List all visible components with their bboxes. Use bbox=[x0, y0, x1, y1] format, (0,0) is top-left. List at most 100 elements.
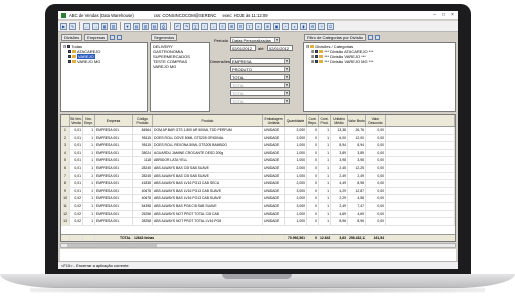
table-row[interactable]: 7 0,01 1 EMPRESA 001 28245 ABS ALWAYS BAS C/8… bbox=[61, 172, 455, 181]
table-cell: 8,98 bbox=[348, 180, 366, 187]
chevron-down-icon[interactable]: ▼ bbox=[284, 91, 289, 95]
column-header[interactable]: Valor Desconto bbox=[366, 115, 386, 126]
column-header[interactable]: Nro. Empr. bbox=[83, 115, 95, 126]
exit-icon[interactable]: ⏻ bbox=[327, 22, 334, 30]
sort-desc-icon[interactable]: ↓ bbox=[210, 22, 217, 30]
table-row[interactable]: 12 0,02 1 EMPRESA 001 25258 ABS ALWAYS NOT PR… bbox=[61, 210, 455, 219]
chevron-down-icon[interactable]: ▼ bbox=[284, 83, 289, 87]
grid-icon[interactable]: ▦ bbox=[101, 22, 108, 30]
dimension-select[interactable]: TOTAL ▼ bbox=[230, 74, 290, 80]
expand-icon[interactable]: ⊟ bbox=[63, 44, 66, 49]
tree-checkbox[interactable] bbox=[315, 55, 319, 58]
calc-icon[interactable]: ∑ bbox=[192, 22, 199, 30]
column-header[interactable]: Produto bbox=[153, 115, 263, 126]
chart-icon[interactable]: ▥ bbox=[110, 22, 117, 30]
pie-chart-icon[interactable]: ◑ bbox=[291, 22, 298, 30]
dimension-select[interactable]: TOTAL ▼ bbox=[230, 98, 290, 104]
tree-checkbox[interactable] bbox=[68, 50, 71, 53]
dimension-select[interactable]: EMPRESA ▼ bbox=[230, 58, 290, 64]
tab-divisoes[interactable]: Divisões bbox=[61, 34, 83, 41]
close-button[interactable]: × bbox=[449, 12, 456, 18]
tree-item-varejo-mg[interactable]: VAREJO MG bbox=[63, 59, 145, 64]
level-icon[interactable]: ≡ bbox=[219, 22, 226, 30]
maximize-button[interactable]: □ bbox=[440, 12, 447, 18]
segment-item[interactable]: VAREJO MG bbox=[153, 64, 207, 69]
scrollbar-thumb[interactable] bbox=[67, 244, 157, 247]
column-header[interactable] bbox=[61, 115, 70, 126]
save-icon[interactable]: ▣ bbox=[273, 22, 280, 30]
column-header[interactable]: Sit.Ven. Venda bbox=[70, 115, 83, 126]
rows-icon[interactable]: ▤ bbox=[151, 22, 158, 30]
table-row[interactable]: 8 0,01 1 EMPRESA 001 41838 ABS ALWAYS BAS LV1… bbox=[61, 180, 455, 188]
category-item[interactable]: ⊞ *** Divisão VAREJO MG *** bbox=[306, 59, 453, 64]
tree-checkbox[interactable] bbox=[67, 45, 71, 48]
column-header[interactable]: Embalagem Unitária bbox=[263, 115, 285, 126]
column-header[interactable]: Código Produto bbox=[133, 115, 153, 126]
undo-icon[interactable]: ↶ bbox=[174, 22, 181, 30]
run-icon[interactable]: ▶ bbox=[60, 22, 67, 30]
dimension-select[interactable]: TOTAL ▼ bbox=[230, 82, 290, 88]
expand-icon[interactable]: ⊞ bbox=[311, 59, 314, 64]
redo-icon[interactable]: ↷ bbox=[183, 22, 190, 30]
tree-checkbox[interactable] bbox=[68, 60, 71, 63]
tab-empresas[interactable]: Empresas bbox=[84, 34, 109, 41]
print-icon[interactable]: ⎙ bbox=[160, 22, 167, 30]
table-cell bbox=[386, 142, 455, 149]
select-all-icon[interactable] bbox=[368, 35, 374, 40]
tree-checkbox[interactable] bbox=[68, 55, 71, 58]
chevron-down-icon[interactable]: ▼ bbox=[284, 67, 289, 71]
column-header[interactable]: Quantidade bbox=[285, 115, 307, 126]
expand-icon[interactable]: ⊞ bbox=[228, 22, 235, 30]
table-icon[interactable]: ▤ bbox=[133, 22, 140, 30]
refresh-icon[interactable] bbox=[117, 35, 123, 40]
back-icon[interactable]: ← bbox=[83, 22, 90, 30]
table-row[interactable]: 1 0,01 1 EMPRESA 001 84564 DOM AP.BAR GTS 1.8… bbox=[61, 127, 455, 135]
chevron-down-icon[interactable]: ▼ bbox=[284, 59, 289, 63]
date-from-field[interactable]: 02/01/2012 bbox=[230, 45, 256, 51]
minimize-button[interactable]: – bbox=[431, 12, 438, 18]
table-cell: 7,47 bbox=[348, 202, 366, 210]
tree-checkbox[interactable] bbox=[315, 60, 319, 63]
dimensions-label: Dimensões bbox=[210, 59, 231, 64]
refresh-icon[interactable] bbox=[375, 35, 381, 40]
select-all-icon[interactable] bbox=[110, 35, 116, 40]
column-header[interactable]: Valor Bruto bbox=[348, 115, 366, 126]
search-icon[interactable]: ⌕ bbox=[255, 22, 262, 30]
column-header[interactable]: Empresa bbox=[95, 115, 133, 126]
table-row[interactable]: 13 0,02 1 EMPRESA 001 28258 ABS ALWAYS NOT PR… bbox=[61, 218, 455, 226]
table-row[interactable]: 4 0,01 1 EMPRESA 001 28024 AGUARDU JAMINE CRO… bbox=[61, 149, 455, 158]
column-header[interactable]: Cont. Repo. bbox=[307, 115, 319, 126]
edit-icon[interactable]: ✎ bbox=[69, 22, 76, 30]
period-type-select[interactable]: Datas Personalizadas ▼ bbox=[230, 37, 280, 43]
horizontal-scrollbar[interactable] bbox=[60, 243, 456, 248]
chevron-down-icon[interactable]: ▼ bbox=[284, 99, 289, 103]
column-header[interactable]: Unitário Médio bbox=[331, 115, 348, 126]
graph-icon[interactable]: ◔ bbox=[282, 22, 289, 30]
filter-icon[interactable]: ▼ bbox=[124, 22, 131, 30]
dimension-select[interactable]: PRODUTO ▼ bbox=[230, 66, 290, 72]
chevron-down-icon[interactable]: ▼ bbox=[274, 38, 279, 42]
sort-asc-icon[interactable]: ↑ bbox=[201, 22, 208, 30]
table-row[interactable]: 11 0,02 1 EMPRESA 001 54398 ABS ALWAYS BAS PG… bbox=[61, 202, 455, 211]
export-icon[interactable]: ⇪ bbox=[246, 22, 253, 30]
table-row[interactable]: 9 0,01 1 EMPRESA 001 40678 ABS ALWAYS BAS LV1… bbox=[61, 187, 455, 196]
table-cell: 2,45 bbox=[331, 164, 348, 172]
column-header[interactable]: Cont. Prod. bbox=[319, 115, 331, 126]
expand-icon[interactable]: ⊟ bbox=[306, 44, 309, 49]
help-icon[interactable]: ? bbox=[318, 22, 325, 30]
table-row[interactable]: 6 0,01 1 EMPRESA 001 28245 ABS ALWAYS BAS C/8… bbox=[61, 164, 455, 173]
table-row[interactable]: 5 0,01 1 EMPRESA 001 1118 ABRIDOR LATA YELL UN… bbox=[61, 157, 455, 165]
columns-icon[interactable]: ▥ bbox=[142, 22, 149, 30]
tree-checkbox[interactable] bbox=[315, 50, 319, 53]
chevron-down-icon[interactable]: ▼ bbox=[284, 75, 289, 79]
forward-icon[interactable]: → bbox=[92, 22, 99, 30]
zoom-icon[interactable]: ⊕ bbox=[264, 22, 271, 30]
date-to-field[interactable]: 02/01/2012 bbox=[267, 45, 293, 51]
table-row[interactable]: 2 0,01 1 EMPRESA 001 95115 DOES ROLL DOVE 50M… bbox=[61, 134, 455, 143]
dimension-select[interactable]: TOTAL ▼ bbox=[230, 90, 290, 96]
bar-chart-icon[interactable]: ▮ bbox=[300, 22, 307, 30]
collapse-icon[interactable]: ⊟ bbox=[237, 22, 244, 30]
table-row[interactable]: 10 0,02 1 EMPRESA 001 40678 ABS ALWAYS BAS LV… bbox=[61, 195, 455, 203]
config-icon[interactable]: ⚙ bbox=[309, 22, 316, 30]
table-row[interactable]: 3 0,01 1 EMPRESA 001 95115 DOES ROLL REXONA 5… bbox=[61, 142, 455, 150]
